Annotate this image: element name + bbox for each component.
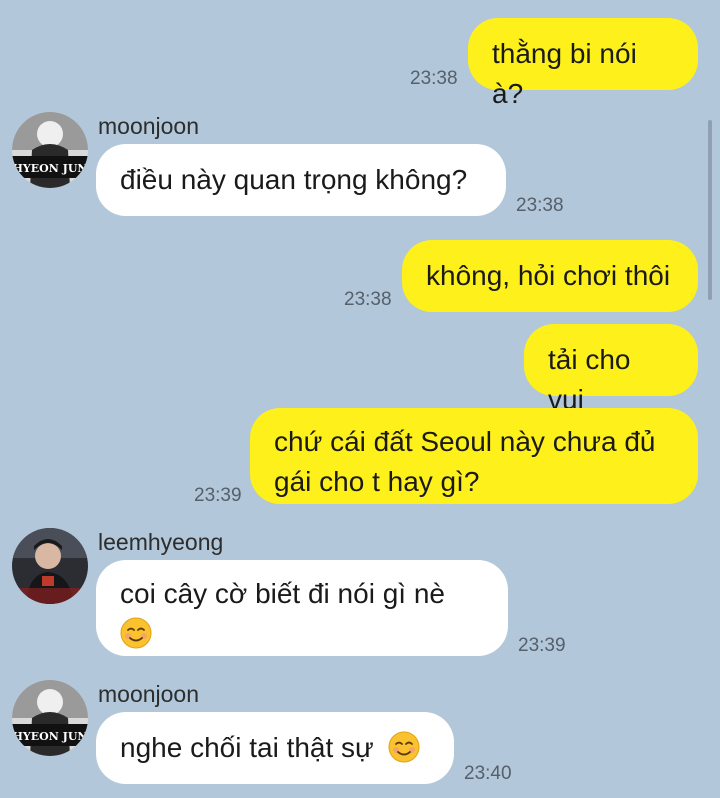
- hyeon-jun-avatar-icon: HYEON JUN: [12, 680, 88, 756]
- message-time: 23:39: [194, 485, 242, 506]
- message-text-line: coi cây cờ biết đi nói gì nè: [120, 578, 445, 609]
- chat-area[interactable]: 23:38 thằng bi nói à? HYEON JUN moonjoon…: [0, 0, 720, 798]
- svg-text:HYEON JUN: HYEON JUN: [13, 730, 88, 743]
- scrollbar[interactable]: [708, 120, 712, 300]
- message-text-line: chứ cái đất Seoul này chưa đủ: [274, 426, 656, 457]
- message-time: 23:40: [464, 763, 512, 784]
- incoming-message-bubble[interactable]: nghe chối tai thật sự: [96, 712, 454, 784]
- message-time: 23:38: [344, 289, 392, 310]
- message-text: tải cho vui: [548, 344, 631, 415]
- sender-name: moonjoon: [98, 113, 200, 139]
- hyeon-jun-avatar-icon: HYEON JUN: [12, 112, 88, 188]
- message-time: 23:38: [410, 68, 458, 89]
- avatar[interactable]: HYEON JUN: [12, 112, 88, 188]
- sender-name: moonjoon: [98, 681, 200, 707]
- smiling-face-emoji-icon: [120, 617, 152, 649]
- avatar[interactable]: HYEON JUN: [12, 680, 88, 756]
- leemhyeong-avatar-icon: [12, 528, 88, 604]
- message-time: 23:38: [516, 195, 564, 216]
- outgoing-message-bubble[interactable]: thằng bi nói à?: [468, 18, 698, 109]
- outgoing-message-bubble[interactable]: không, hỏi chơi thôi: [402, 240, 698, 312]
- message-text: thằng bi nói à?: [492, 38, 637, 109]
- outgoing-message-bubble[interactable]: chứ cái đất Seoul này chưa đủ gái cho t …: [250, 408, 698, 504]
- avatar[interactable]: [12, 528, 88, 604]
- message-text-line: gái cho t hay gì?: [274, 466, 480, 497]
- message-text: không, hỏi chơi thôi: [426, 260, 671, 291]
- incoming-message-bubble[interactable]: điều này quan trọng không?: [96, 144, 506, 216]
- message-text: nghe chối tai thật sự: [120, 732, 374, 763]
- sender-name: leemhyeong: [98, 529, 224, 555]
- smiling-face-emoji-icon: [388, 731, 420, 763]
- message-time: 23:39: [518, 635, 566, 656]
- message-text: điều này quan trọng không?: [120, 164, 468, 195]
- outgoing-message-bubble[interactable]: tải cho vui: [524, 324, 698, 415]
- svg-text:HYEON JUN: HYEON JUN: [13, 162, 88, 175]
- incoming-message-bubble[interactable]: coi cây cờ biết đi nói gì nè: [96, 560, 508, 656]
